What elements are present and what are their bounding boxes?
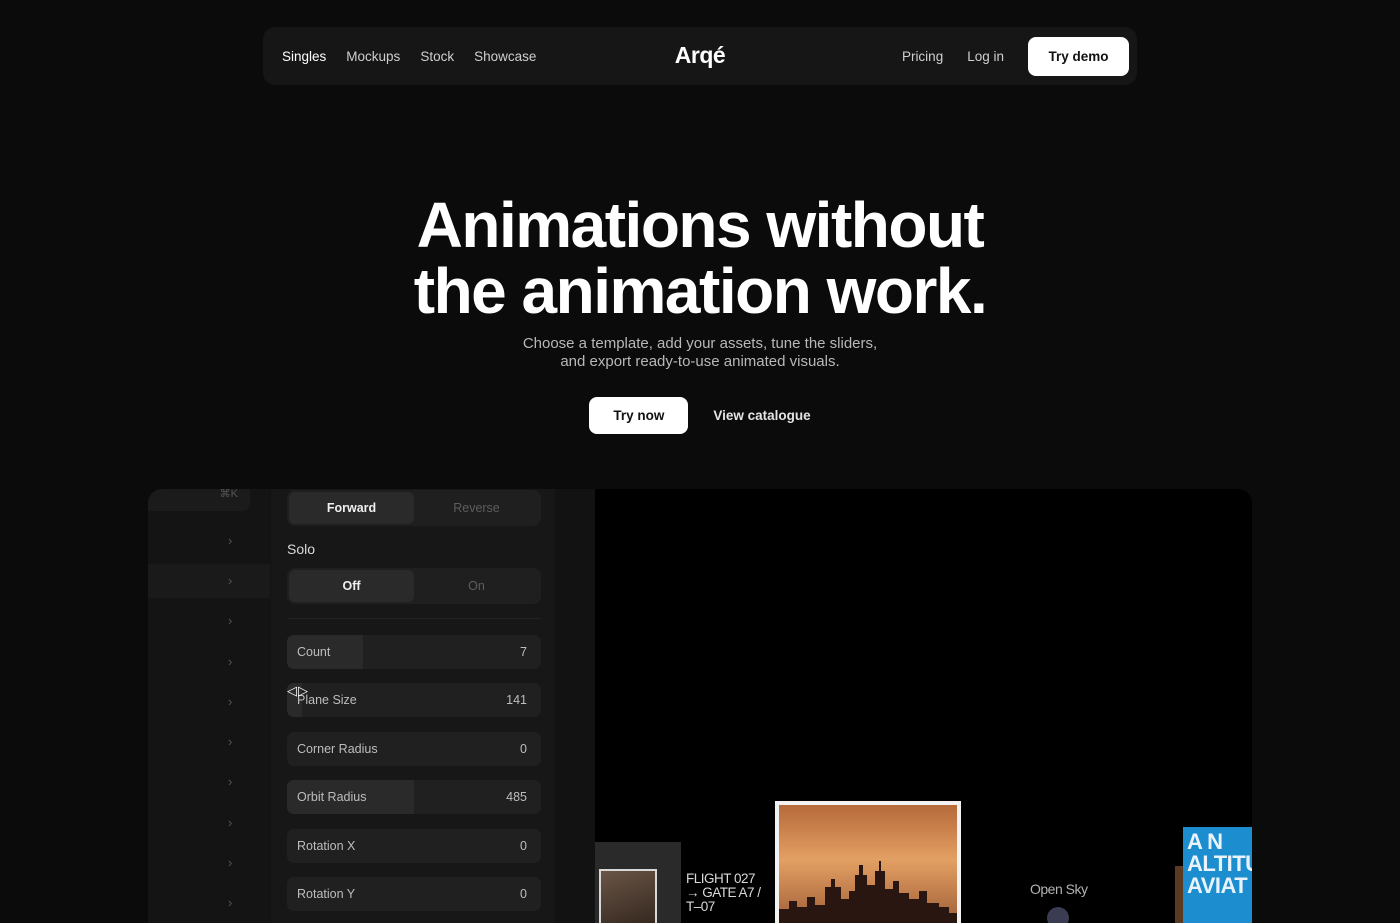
- direction-forward-option[interactable]: Forward: [289, 492, 414, 524]
- slider-label: Rotation X: [297, 839, 356, 853]
- hero-subtitle: Choose a template, add your assets, tune…: [0, 335, 1400, 371]
- slider-value: 7: [520, 645, 527, 659]
- logo[interactable]: Arqé: [675, 42, 726, 69]
- slider-label: Rotation Y: [297, 887, 356, 901]
- slider-corner-radius[interactable]: Corner Radius 0: [287, 732, 541, 766]
- top-nav: Singles Mockups Stock Showcase Arqé Pric…: [263, 27, 1137, 85]
- slider-rotation-x[interactable]: Rotation X 0: [287, 829, 541, 863]
- hero-cta-group: Try now View catalogue: [0, 397, 1400, 434]
- poster-edge: [1175, 866, 1183, 923]
- hero-title-line: Animations without: [416, 189, 985, 261]
- solo-on-option[interactable]: On: [414, 570, 539, 602]
- chevron-right-icon[interactable]: ›: [228, 695, 238, 708]
- slider-value: 0: [520, 742, 527, 756]
- slider-label: Corner Radius: [297, 742, 378, 756]
- chevron-right-icon[interactable]: ›: [228, 574, 238, 587]
- hero-subtitle-line: Choose a template, add your assets, tune…: [522, 335, 878, 352]
- search-shortcut[interactable]: ⌘K: [148, 489, 250, 511]
- slider-value: 485: [506, 790, 527, 804]
- slider-value: 0: [520, 887, 527, 901]
- chevron-right-icon[interactable]: ›: [228, 614, 238, 627]
- chevron-right-icon[interactable]: ›: [228, 735, 238, 748]
- chevron-right-icon[interactable]: ›: [228, 534, 238, 547]
- solo-off-option[interactable]: Off: [289, 570, 414, 602]
- direction-reverse-option[interactable]: Reverse: [414, 492, 539, 524]
- nav-link-stock[interactable]: Stock: [420, 49, 454, 64]
- slider-plane-size[interactable]: Plane Size 141: [287, 683, 541, 717]
- chevron-right-icon[interactable]: ›: [228, 775, 238, 788]
- flight-line: FLIGHT 027: [686, 871, 756, 886]
- flight-line: → GATE A7 /: [686, 885, 761, 900]
- chevron-right-icon[interactable]: ›: [228, 655, 238, 668]
- solo-toggle: Off On: [287, 568, 541, 604]
- framed-photo-card: [595, 842, 681, 923]
- flight-info-text: FLIGHT 027 → GATE A7 / T–07: [686, 872, 776, 914]
- nav-link-singles[interactable]: Singles: [282, 49, 326, 64]
- nav-link-pricing[interactable]: Pricing: [902, 49, 943, 64]
- hero-title-line: the animation work.: [413, 255, 988, 327]
- nav-link-mockups[interactable]: Mockups: [346, 49, 400, 64]
- slider-label: Orbit Radius: [297, 790, 367, 804]
- chevron-right-icon[interactable]: ›: [228, 856, 238, 869]
- shortcut-hint: ⌘K: [219, 489, 238, 500]
- direction-toggle: Forward Reverse: [287, 490, 541, 526]
- poster-text: A N ALTITU AVIAT: [1187, 831, 1252, 897]
- nav-left-links: Singles Mockups Stock Showcase: [282, 49, 556, 64]
- flight-line: T–07: [686, 899, 715, 914]
- slider-count[interactable]: Count 7: [287, 635, 541, 669]
- slider-orbit-radius[interactable]: Orbit Radius 485: [287, 780, 541, 814]
- try-demo-button[interactable]: Try demo: [1028, 36, 1129, 76]
- nav-link-login[interactable]: Log in: [967, 49, 1004, 64]
- preview-canvas[interactable]: FLIGHT 027 → GATE A7 / T–07 Open Sky A N…: [595, 489, 1252, 923]
- poster-line: AVIAT: [1187, 873, 1248, 898]
- chevron-right-icon[interactable]: ›: [228, 816, 238, 829]
- slider-value: 0: [520, 839, 527, 853]
- poster-line: A N: [1187, 829, 1223, 854]
- app-preview: ⌘K › › › › › › › › › › Forward Reverse S…: [148, 489, 1252, 923]
- try-now-button[interactable]: Try now: [589, 397, 689, 434]
- sky-circle: [1047, 907, 1069, 923]
- view-catalogue-link[interactable]: View catalogue: [713, 408, 810, 423]
- open-sky-label: Open Sky: [1030, 881, 1088, 897]
- slider-value: 141: [506, 693, 527, 707]
- slider-rotation-y[interactable]: Rotation Y 0: [287, 877, 541, 911]
- portrait-photo: [599, 869, 657, 923]
- poster-line: ALTITU: [1187, 851, 1252, 876]
- panel-divider: [287, 618, 541, 619]
- hero-title: Animations without the animation work.: [0, 192, 1400, 324]
- sidebar-item-active[interactable]: [148, 564, 270, 598]
- skyline-photo: [775, 801, 961, 923]
- nav-right-links: Pricing Log in Try demo: [878, 36, 1129, 76]
- hero-subtitle-line: and export ready-to-use animated visuals…: [560, 353, 840, 370]
- skyline-silhouette: [779, 861, 957, 923]
- nav-link-showcase[interactable]: Showcase: [474, 49, 536, 64]
- solo-label: Solo: [287, 541, 316, 557]
- resize-cursor-icon: ◁▷: [287, 683, 309, 698]
- template-sidebar: ⌘K › › › › › › › › › ›: [148, 489, 270, 923]
- slider-label: Count: [297, 645, 331, 659]
- controls-panel: Forward Reverse Solo Off On Count 7 Plan…: [271, 489, 555, 923]
- aviation-poster: A N ALTITU AVIAT: [1183, 827, 1252, 923]
- chevron-right-icon[interactable]: ›: [228, 896, 238, 909]
